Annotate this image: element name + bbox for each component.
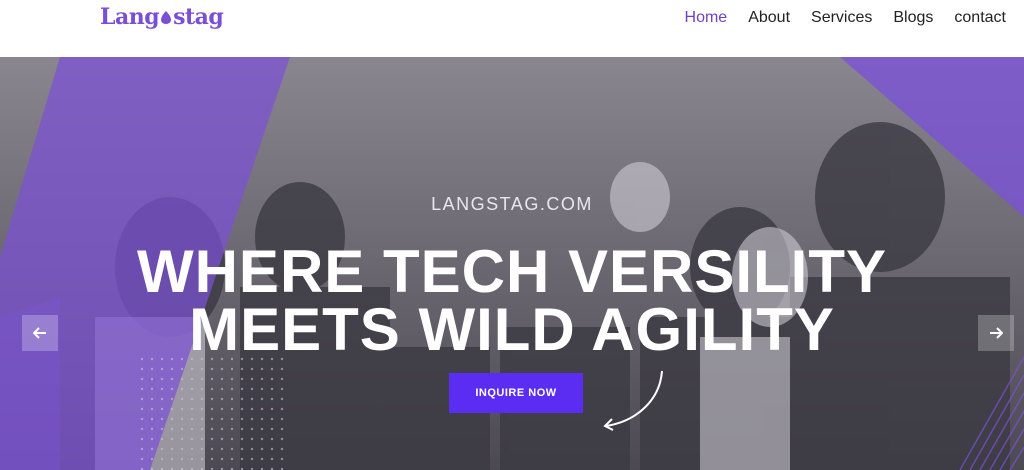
curved-arrow-icon <box>603 370 663 431</box>
logo[interactable]: Lang stag <box>100 4 224 30</box>
site-header: Lang stag Home About Services Blogs cont… <box>0 0 1024 57</box>
logo-text-post: stag <box>173 4 224 30</box>
hero-headline-line2: MEETS WILD AGILITY <box>189 296 835 363</box>
inquire-now-button[interactable]: INQUIRE NOW <box>449 373 583 413</box>
logo-text-pre: Lang <box>100 4 160 30</box>
nav-contact[interactable]: contact <box>954 9 1006 27</box>
slider-next-button[interactable] <box>978 315 1014 351</box>
main-nav: Home About Services Blogs contact <box>685 9 1006 27</box>
logo-mark-icon <box>161 11 172 24</box>
nav-services[interactable]: Services <box>811 9 872 27</box>
hero-headline: WHERE TECH VERSILITY MEETS WILD AGILITY <box>0 238 1024 363</box>
slider-prev-button[interactable] <box>22 315 58 351</box>
hero-headline-line1: WHERE TECH VERSILITY <box>136 238 888 305</box>
nav-blogs[interactable]: Blogs <box>893 9 933 27</box>
hero-slider: LANGSTAG.COM WHERE TECH VERSILITY MEETS … <box>0 57 1024 470</box>
nav-about[interactable]: About <box>748 9 790 27</box>
arrow-left-icon <box>33 327 46 339</box>
nav-home[interactable]: Home <box>685 9 728 27</box>
hero-subtitle: LANGSTAG.COM <box>431 194 593 214</box>
arrow-right-icon <box>990 327 1003 339</box>
